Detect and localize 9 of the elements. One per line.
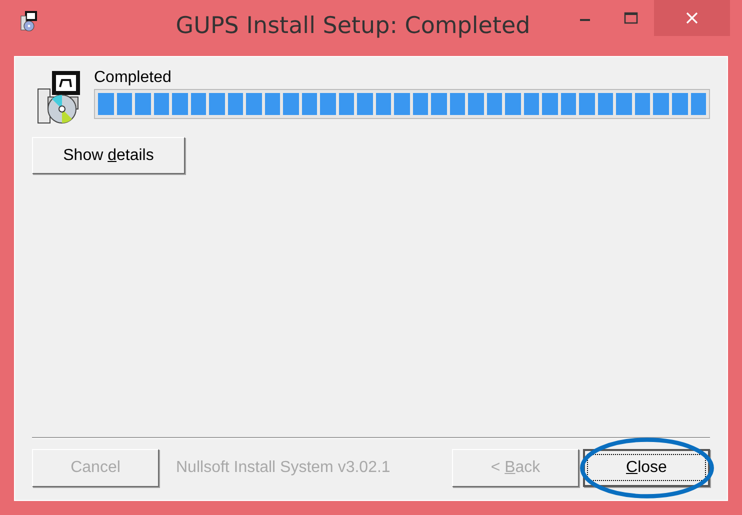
branding-text: Nullsoft Install System v3.02.1 bbox=[176, 459, 390, 477]
minimize-icon bbox=[580, 19, 590, 21]
close-icon bbox=[684, 10, 700, 26]
window-title: GUPS Install Setup: Completed bbox=[174, 13, 532, 39]
status-label: Completed bbox=[94, 69, 172, 87]
show-details-button[interactable]: Show details bbox=[32, 137, 185, 174]
close-button[interactable]: Close bbox=[583, 449, 710, 487]
maximize-icon bbox=[623, 10, 639, 26]
installer-icon bbox=[20, 10, 40, 32]
